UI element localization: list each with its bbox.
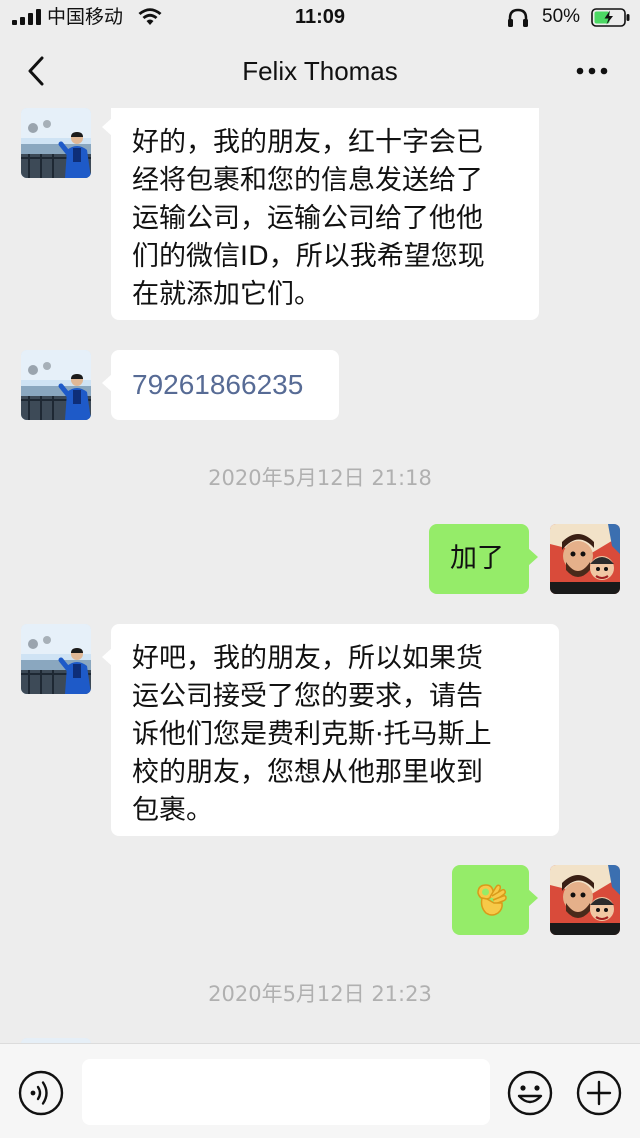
- input-bar: [0, 1043, 640, 1138]
- message-bubble-outgoing[interactable]: 加了: [429, 524, 538, 594]
- message-bubble-incoming[interactable]: 79261866235: [102, 350, 339, 420]
- message-text: 好吧，我的朋友，所以如果货 运公司接受了您的要求，请告 诉他们您是费利克斯·托马…: [132, 643, 492, 826]
- nav-bar: Felix Thomas: [0, 34, 640, 108]
- battery-percent: 50%: [542, 6, 581, 27]
- headphone-icon: [508, 8, 528, 27]
- plus-icon[interactable]: [576, 1070, 622, 1116]
- battery-icon: [591, 8, 630, 27]
- message-timestamp: 2020年5月12日 21:23: [208, 982, 432, 1006]
- message-text: 加了: [450, 543, 504, 574]
- message-text: 好的，我的朋友，红十字会已 经将包裹和您的信息发送给了 运输公司，运输公司给了他…: [132, 127, 485, 310]
- message-bubble-incoming[interactable]: 好的，我的朋友，红十字会已 经将包裹和您的信息发送给了 运输公司，运输公司给了他…: [102, 108, 539, 320]
- more-icon[interactable]: [570, 56, 614, 86]
- phone-number-link[interactable]: 79261866235: [132, 366, 339, 404]
- message-input[interactable]: [82, 1059, 490, 1125]
- message-timestamp: 2020年5月12日 21:18: [208, 466, 432, 490]
- status-bar: 中国移动 11:09 50%: [0, 0, 640, 34]
- emoji-icon[interactable]: [507, 1070, 553, 1116]
- voice-icon[interactable]: [18, 1070, 64, 1116]
- message-bubble-outgoing[interactable]: [452, 865, 538, 935]
- chat-area[interactable]: 好的，我的朋友，红十字会已 经将包裹和您的信息发送给了 运输公司，运输公司给了他…: [0, 108, 640, 1043]
- my-avatar[interactable]: [550, 865, 620, 935]
- contact-avatar[interactable]: [21, 108, 91, 178]
- contact-avatar[interactable]: [21, 624, 91, 694]
- ok-hand-emoji-icon: [477, 884, 507, 916]
- message-bubble-incoming[interactable]: 好吧，我的朋友，所以如果货 运公司接受了您的要求，请告 诉他们您是费利克斯·托马…: [102, 624, 559, 836]
- chat-title: Felix Thomas: [242, 56, 398, 86]
- my-avatar[interactable]: [550, 524, 620, 594]
- contact-avatar[interactable]: [21, 350, 91, 420]
